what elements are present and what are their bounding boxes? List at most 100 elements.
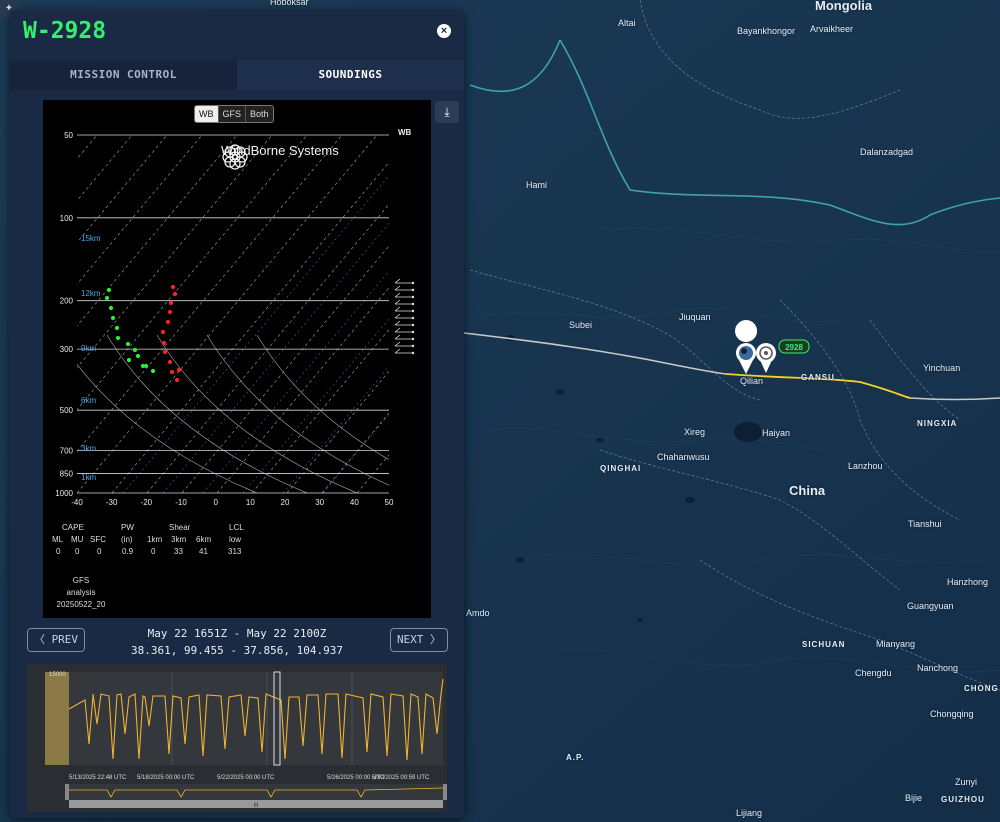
balloon-badge[interactable]: 2928 bbox=[778, 339, 810, 354]
overview-handle-left bbox=[65, 784, 69, 800]
wind-barb-flag bbox=[394, 320, 401, 326]
timeline-date-label: 5/18/2025 00:00 UTC bbox=[137, 775, 195, 781]
shear-3km-label: 3km bbox=[171, 535, 187, 544]
pressure-tick-label: 1000 bbox=[55, 489, 73, 498]
map-label: Hanzhong bbox=[947, 577, 989, 587]
lcl-value: 313 bbox=[228, 547, 242, 556]
panel-title: W-2928 bbox=[23, 18, 107, 44]
dewpoint-point bbox=[143, 363, 149, 369]
source-toggle: WB GFS Both bbox=[194, 105, 274, 123]
source-both-button[interactable]: Both bbox=[246, 106, 273, 122]
close-button[interactable]: × bbox=[437, 24, 451, 38]
model-info: GFS analysis 20250522_20 bbox=[51, 575, 111, 611]
prev-button[interactable]: 〈 PREV bbox=[27, 628, 85, 652]
map-label: Lanzhou bbox=[848, 461, 883, 471]
height-label: 12km bbox=[81, 289, 101, 298]
source-wb-button[interactable]: WB bbox=[195, 106, 219, 122]
app-root: 2928 Hoboksar Mongolia Altai Bayankhongor Ar… bbox=[0, 0, 1000, 822]
map-label: Amdo bbox=[466, 608, 490, 618]
dewpoint-point bbox=[125, 341, 131, 347]
map-label: Mianyang bbox=[876, 639, 916, 649]
cape-sfc-value: 0 bbox=[97, 547, 102, 556]
wind-barb-end bbox=[411, 281, 415, 285]
dewpoint-point bbox=[104, 295, 110, 301]
map-label: Lijiang bbox=[736, 808, 763, 818]
download-button[interactable]: ⤓ bbox=[435, 101, 459, 123]
lcl-level-label: low bbox=[229, 535, 242, 544]
wind-barb-end bbox=[411, 295, 415, 299]
dewpoint-point bbox=[110, 315, 116, 321]
pressure-tick-label: 700 bbox=[60, 446, 74, 455]
temperature-point bbox=[174, 377, 180, 383]
wind-barb-end bbox=[411, 316, 415, 320]
close-icon: × bbox=[440, 25, 448, 37]
tab-mission-control[interactable]: MISSION CONTROL bbox=[10, 60, 237, 90]
wind-barb-flag bbox=[394, 341, 401, 347]
windborne-logo-icon bbox=[222, 144, 248, 170]
dewpoint-point bbox=[115, 335, 121, 341]
cape-ml-label: ML bbox=[52, 535, 64, 544]
temperature-tick-label: -20 bbox=[141, 498, 153, 507]
height-label: 6km bbox=[81, 396, 96, 405]
dewpoint-point bbox=[114, 325, 120, 331]
temperature-tick-label: 50 bbox=[385, 498, 394, 507]
map-label: Qilian bbox=[740, 376, 764, 386]
temperature-point bbox=[161, 340, 167, 346]
tab-soundings[interactable]: SOUNDINGS bbox=[237, 60, 464, 90]
map-label: Dalanzadgad bbox=[860, 147, 914, 157]
wind-barb-end bbox=[411, 351, 415, 355]
dewpoint-point bbox=[132, 347, 138, 353]
temperature-point bbox=[165, 319, 171, 325]
timeline-date-label: 5/13/2025 22:48 UTC bbox=[69, 775, 127, 781]
height-label: 15km bbox=[81, 234, 101, 243]
cape-ml-value: 0 bbox=[56, 547, 61, 556]
map-label: China bbox=[789, 483, 826, 498]
wind-barb-end bbox=[411, 309, 415, 313]
coords-label: 38.361, 99.455 - 37.856, 104.937 bbox=[131, 644, 343, 657]
time-range-label: May 22 1651Z - May 22 2100Z bbox=[147, 627, 327, 640]
map-label: Zunyi bbox=[955, 777, 978, 787]
wind-barb-flag bbox=[394, 278, 401, 284]
map-label: Nanchong bbox=[917, 663, 959, 673]
wind-barb-end bbox=[411, 302, 415, 306]
map-label: Bayankhongor bbox=[737, 26, 796, 36]
source-gfs-button[interactable]: GFS bbox=[219, 106, 247, 122]
shear-6km-label: 6km bbox=[196, 535, 212, 544]
map-label: Chahanwusu bbox=[657, 452, 710, 462]
timeline-date-label: 5/22/2025 00:00 UTC bbox=[217, 775, 275, 781]
wind-barb-end bbox=[411, 337, 415, 341]
wind-barb-flag bbox=[394, 334, 401, 340]
temperature-point bbox=[167, 359, 173, 365]
map-label: Chengdu bbox=[855, 668, 892, 678]
cape-mu-label: MU bbox=[71, 535, 84, 544]
balloon-panel: W-2928 × MISSION CONTROL SOUNDINGS ⤓ 50 1… bbox=[10, 10, 464, 818]
temperature-tick-label: 40 bbox=[350, 498, 359, 507]
shear-3km-value: 33 bbox=[174, 547, 183, 556]
pressure-tick-label: 200 bbox=[60, 297, 74, 306]
map-label: GANSU bbox=[801, 373, 835, 382]
map-label: QINGHAI bbox=[600, 464, 642, 473]
next-label: NEXT bbox=[396, 633, 424, 646]
dewpoint-point bbox=[126, 357, 132, 363]
map-label: Yinchuan bbox=[923, 363, 961, 373]
altitude-timeline[interactable]: 15000 5/13/2025 22:48 UTC 5/18/2025 00:00 … bbox=[27, 664, 447, 812]
timeline-selection-shade bbox=[45, 672, 69, 765]
temperature-point bbox=[169, 369, 175, 375]
pressure-tick-label: 850 bbox=[60, 470, 74, 479]
dewpoint-point bbox=[106, 287, 112, 293]
map-label: Bijie bbox=[905, 793, 923, 803]
skewt-chart[interactable]: 50 100 200 300 500 700 850 1000 -40 -30 -20 -10 0 10 2… bbox=[43, 100, 431, 618]
next-button[interactable]: NEXT 〉 bbox=[390, 628, 448, 652]
cape-sfc-label: SFC bbox=[90, 535, 106, 544]
model-name: GFS bbox=[72, 576, 90, 585]
wind-barb-flag bbox=[394, 285, 401, 291]
dewpoint-point bbox=[135, 353, 141, 359]
map-label: Arvaikheer bbox=[810, 24, 854, 34]
map-label: Altai bbox=[618, 18, 636, 28]
shear-6km-value: 41 bbox=[199, 547, 208, 556]
sounding-time-range: May 22 1651Z - May 22 2100Z 38.361, 99.4… bbox=[90, 625, 384, 659]
wind-barb-end bbox=[411, 344, 415, 348]
wind-barb-end bbox=[411, 288, 415, 292]
pw-header: PW bbox=[121, 523, 134, 532]
wind-barb-flag bbox=[394, 348, 401, 354]
